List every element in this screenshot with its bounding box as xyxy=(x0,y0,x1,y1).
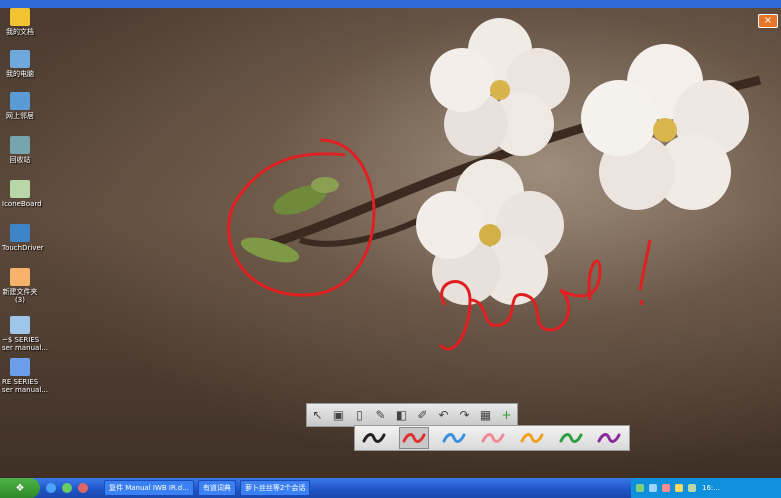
pen-stroke-icon xyxy=(520,433,544,443)
system-tray: 16:... xyxy=(631,478,781,498)
pen-color-3[interactable] xyxy=(479,428,507,448)
annotation-toolbar: ↖ ▣ ▯ ✎ ◧ ✐ ↶ ↷ ▦ + xyxy=(306,403,518,427)
recycle-bin-icon xyxy=(10,136,30,154)
blossom xyxy=(430,18,570,156)
pen-color-bar xyxy=(354,425,630,451)
highlighter-tool[interactable]: ✐ xyxy=(415,407,431,423)
desktop-icon-label: 回收站 xyxy=(9,156,31,164)
desktop-icon[interactable]: ~$ SERIES ser manual... xyxy=(2,316,48,352)
close-button[interactable]: × xyxy=(758,14,778,28)
redo-tool[interactable]: ↷ xyxy=(457,407,473,423)
save-tool[interactable]: ▣ xyxy=(331,407,347,423)
highlighter-icon: ✐ xyxy=(417,408,428,422)
pen-color-4[interactable] xyxy=(518,428,546,448)
pen-icon: ✎ xyxy=(375,408,386,422)
desktop-icon[interactable]: 网上邻居 xyxy=(2,92,38,120)
pen-stroke-icon xyxy=(402,433,426,443)
desktop-icon[interactable]: 回收站 xyxy=(2,136,38,164)
taskbar-button[interactable]: 萝卜丝丝等2个会话 xyxy=(239,480,311,496)
document-icon xyxy=(10,316,30,334)
desktop-icon-label: 新建文件夹 (3) xyxy=(2,288,38,304)
tray-security-icon[interactable] xyxy=(688,484,696,492)
pen-tool[interactable]: ✎ xyxy=(373,407,389,423)
taskbar-button[interactable]: 复件 Manual IWB IR.d... xyxy=(104,480,194,496)
clock[interactable]: 16:... xyxy=(702,484,720,492)
eraser-icon: ◧ xyxy=(395,408,408,422)
arrow-cursor-icon: ↖ xyxy=(312,408,323,422)
app-quicklaunch-icon[interactable] xyxy=(78,483,88,493)
iconeboard-icon xyxy=(10,180,30,198)
desktop: × 我的文档我的电脑网上邻居回收站 IconeBoard TouchDriver 新建… xyxy=(0,0,781,478)
save-icon: ▣ xyxy=(332,408,345,422)
tray-volume-icon[interactable] xyxy=(649,484,657,492)
pen-color-1[interactable] xyxy=(399,427,430,449)
desktop-icon-label: TouchDriver xyxy=(2,244,44,252)
desktop-icon[interactable]: IconeBoard xyxy=(2,180,42,208)
page-tool[interactable]: ▯ xyxy=(352,407,368,423)
desktop-icon[interactable]: 新建文件夹 (3) xyxy=(2,268,38,304)
windows-logo-icon: ❖ xyxy=(15,482,25,494)
pen-stroke-icon xyxy=(362,433,386,443)
desktop-icon-label: 我的电脑 xyxy=(6,70,34,78)
desktop-icon[interactable]: RE SERIES ser manual... xyxy=(2,358,48,394)
ie-quicklaunch-icon[interactable] xyxy=(46,483,56,493)
screen-tool[interactable]: ▦ xyxy=(478,407,494,423)
tray-network-icon[interactable] xyxy=(636,484,644,492)
desktop-icon-label: ~$ SERIES ser manual... xyxy=(2,336,48,352)
pointer-tool[interactable]: ↖ xyxy=(310,407,326,423)
folder-icon xyxy=(10,268,30,286)
eraser-tool[interactable]: ◧ xyxy=(394,407,410,423)
pen-stroke-icon xyxy=(597,433,621,443)
blossom xyxy=(581,44,749,210)
desktop-icon-label: IconeBoard xyxy=(2,200,42,208)
touchdriver-icon xyxy=(10,224,30,242)
network-icon xyxy=(10,92,30,110)
pen-color-5[interactable] xyxy=(557,428,585,448)
computer-icon xyxy=(10,50,30,68)
desktop-icon[interactable]: 我的文档 xyxy=(2,8,38,36)
undo-icon: ↶ xyxy=(438,408,449,422)
pen-color-0[interactable] xyxy=(360,428,388,448)
pen-stroke-icon xyxy=(442,433,466,443)
desktop-icon-label: RE SERIES ser manual... xyxy=(2,378,48,394)
word-document-icon xyxy=(10,358,30,376)
tray-app-icon[interactable] xyxy=(662,484,670,492)
desktop-icon-label: 网上邻居 xyxy=(6,112,34,120)
desktop-icon[interactable]: 我的电脑 xyxy=(2,50,38,78)
media-quicklaunch-icon[interactable] xyxy=(62,483,72,493)
tray-ime-icon[interactable] xyxy=(675,484,683,492)
taskbar: ❖ 复件 Manual IWB IR.d... 有道词典 萝卜丝丝等2个会话 16:… xyxy=(0,478,781,498)
pen-stroke-icon xyxy=(559,433,583,443)
pen-stroke-icon xyxy=(481,433,505,443)
pen-color-6[interactable] xyxy=(595,428,623,448)
plus-icon: + xyxy=(501,408,512,422)
screen-icon: ▦ xyxy=(479,408,492,422)
redo-icon: ↷ xyxy=(459,408,470,422)
bud xyxy=(311,177,339,193)
add-tool[interactable]: + xyxy=(499,407,515,423)
pen-color-2[interactable] xyxy=(440,428,468,448)
taskbar-button[interactable]: 有道词典 xyxy=(197,480,236,496)
folder-documents-icon xyxy=(10,8,30,26)
desktop-icon[interactable]: TouchDriver xyxy=(2,224,44,252)
undo-tool[interactable]: ↶ xyxy=(436,407,452,423)
start-button[interactable]: ❖ xyxy=(0,478,40,498)
page-icon: ▯ xyxy=(356,408,363,422)
desktop-icon-label: 我的文档 xyxy=(6,28,34,36)
